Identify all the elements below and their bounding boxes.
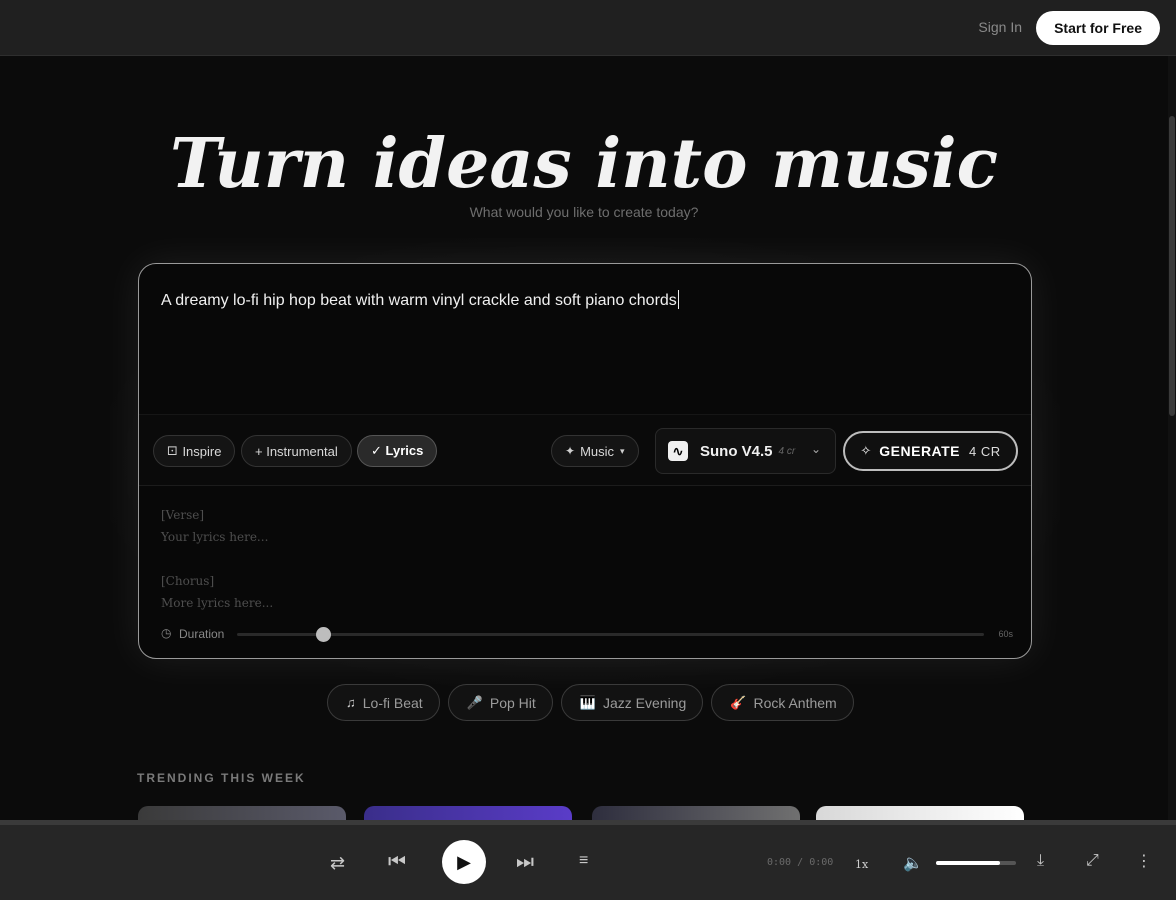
model-name: Suno V4.5 <box>700 442 773 460</box>
total-time: 0:00 <box>809 857 834 868</box>
text-caret <box>677 290 679 309</box>
model-selector[interactable]: ∿ Suno V4.5 4 cr ⌄ <box>655 428 836 474</box>
clock-icon: ◷ <box>161 626 172 640</box>
generate-cost: 4 CR <box>969 443 1001 459</box>
suggestion-chips: ♫ Lo-fi Beat 🎤 Pop Hit 🎹 Jazz Evening 🎸 Rock An… <box>327 684 854 722</box>
suggestion-chip-label: Lo-fi Beat <box>362 694 423 711</box>
duration-max: 60s <box>998 629 1013 639</box>
current-time: 0:00 <box>767 857 792 868</box>
top-bar: Sign In Start for Free <box>0 0 1176 56</box>
composer-card: A dreamy lo-fi hip hop beat with warm vi… <box>138 263 1032 659</box>
sign-in-link[interactable]: Sign In <box>978 19 1022 35</box>
download-icon[interactable]: ⤓ <box>1037 852 1044 870</box>
inspire-label: Inspire <box>182 443 222 459</box>
trending-card[interactable] <box>592 806 800 820</box>
suno-logo-icon: ∿ <box>668 441 688 461</box>
chevron-down-icon: ⌄ <box>810 442 821 456</box>
start-for-free-button[interactable]: Start for Free <box>1036 11 1160 45</box>
scrollbar[interactable] <box>1168 56 1176 820</box>
lyrics-label: ✓ Lyrics <box>371 443 424 458</box>
lyrics-toggle[interactable]: ✓ Lyrics <box>357 435 438 467</box>
mode-label: Music <box>580 443 615 459</box>
volume-slider-fill <box>936 861 1000 865</box>
skip-previous-icon[interactable]: ⏮ <box>388 851 406 874</box>
duration-slider-handle[interactable] <box>315 627 331 642</box>
microphone-icon: 🎤 <box>466 694 483 710</box>
mode-dropdown[interactable]: ✦ Music ▾ <box>551 435 639 467</box>
page-subtitle: What would you like to create today? <box>469 204 699 220</box>
trending-card[interactable] <box>138 806 346 820</box>
volume-icon[interactable]: 🔈 <box>903 853 923 873</box>
generate-label: GENERATE <box>879 443 961 459</box>
inspire-button[interactable]: ⚀ Inspire <box>153 435 236 467</box>
music-note-icon: ♫ <box>346 695 356 710</box>
play-button[interactable]: ▶ <box>442 840 486 884</box>
trending-heading: TRENDING THIS WEEK <box>137 771 306 785</box>
suggestion-chip[interactable]: 🎸 Rock Anthem <box>711 684 854 721</box>
lyrics-textarea[interactable]: [Verse] Your lyrics here... [Chorus] Mor… <box>161 504 273 614</box>
model-cost: 4 cr <box>778 445 796 457</box>
trending-card[interactable] <box>364 806 572 820</box>
suggestion-chip[interactable]: 🎤 Pop Hit <box>447 684 553 721</box>
skip-next-icon[interactable]: ⏭ <box>516 851 534 874</box>
expand-icon[interactable]: ⤢ <box>1086 852 1099 870</box>
queue-icon[interactable]: ≡ <box>579 852 588 870</box>
repeat-icon[interactable]: ⇄ <box>330 853 345 874</box>
sparkle-icon: ✧ <box>860 443 872 458</box>
suggestion-chip-label: Rock Anthem <box>753 694 837 711</box>
instrumental-label: + Instrumental <box>255 443 338 459</box>
dice-icon: ⚀ <box>167 444 178 458</box>
chevron-down-icon: ▾ <box>620 445 625 456</box>
piano-icon: 🎹 <box>579 694 596 710</box>
time-display: 0:00 / 0:00 <box>767 857 833 868</box>
volume-slider[interactable] <box>936 861 1016 865</box>
trending-card[interactable] <box>816 806 1024 820</box>
play-icon: ▶ <box>457 852 471 872</box>
scrollbar-thumb[interactable] <box>1169 116 1175 416</box>
guitar-icon: 🎸 <box>730 694 747 710</box>
duration-slider[interactable] <box>237 627 984 642</box>
playback-speed[interactable]: 1x <box>855 858 868 871</box>
generate-button[interactable]: ✧ GENERATE 4 CR <box>843 431 1018 471</box>
composer-toolbar: ⚀ Inspire + Instrumental ✓ Lyrics ✦ Musi… <box>139 414 1031 486</box>
suggestion-chip[interactable]: 🎹 Jazz Evening <box>560 684 704 721</box>
more-options-icon[interactable]: ⋮ <box>1136 851 1152 871</box>
duration-label: Duration <box>179 627 225 641</box>
prompt-input[interactable]: A dreamy lo-fi hip hop beat with warm vi… <box>161 290 679 310</box>
suggestion-chip[interactable]: ♫ Lo-fi Beat <box>327 684 440 721</box>
instrumental-toggle[interactable]: + Instrumental <box>241 435 352 467</box>
duration-control: ◷ Duration 60s <box>161 626 1013 642</box>
player-bar: ⇄ ⏮ ▶ ⏭ ≡ 0:00 / 0:00 1x 🔈 ⤓ ⤢ ⋮ <box>0 820 1176 900</box>
suggestion-chip-label: Pop Hit <box>489 694 536 711</box>
prompt-text: A dreamy lo-fi hip hop beat with warm vi… <box>161 292 677 309</box>
magic-wand-icon: ✦ <box>565 444 576 458</box>
time-separator: / <box>797 857 804 868</box>
page-title: Turn ideas into music <box>169 124 999 204</box>
suggestion-chip-label: Jazz Evening <box>602 694 687 711</box>
